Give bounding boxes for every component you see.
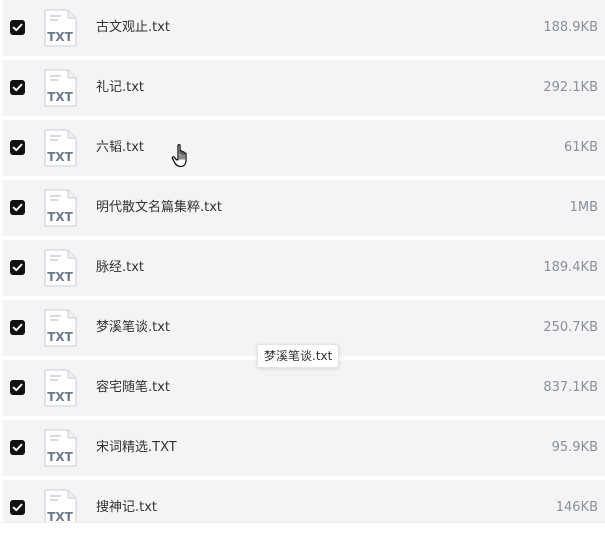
filename-tooltip: 梦溪笔谈.txt xyxy=(257,344,340,368)
txt-file-icon: TXT xyxy=(43,129,77,167)
file-name[interactable]: 容宅随笔.txt xyxy=(96,379,170,397)
file-type-label: TXT xyxy=(47,510,73,522)
checkbox-checked-icon[interactable] xyxy=(10,320,25,335)
file-row[interactable]: TXT 六韬.txt 61KB xyxy=(3,120,605,176)
file-size: 292.1KB xyxy=(543,80,598,95)
file-size: 1MB xyxy=(569,200,598,215)
file-size: 250.7KB xyxy=(543,320,598,335)
file-type-label: TXT xyxy=(47,450,73,464)
file-type-label: TXT xyxy=(47,150,73,164)
txt-file-icon: TXT xyxy=(43,489,77,522)
file-row[interactable]: TXT 古文观止.txt 188.9KB xyxy=(3,0,605,56)
file-type-label: TXT xyxy=(47,90,73,104)
txt-file-icon: TXT xyxy=(43,429,77,467)
file-name[interactable]: 脉经.txt xyxy=(96,259,144,277)
file-row[interactable]: TXT 搜神记.txt 146KB xyxy=(3,480,605,522)
bottom-bar xyxy=(0,522,605,533)
file-size: 188.9KB xyxy=(543,20,598,35)
file-name[interactable]: 明代散文名篇集粹.txt xyxy=(96,199,222,217)
file-row[interactable]: TXT 脉经.txt 189.4KB xyxy=(3,240,605,296)
file-name[interactable]: 六韬.txt xyxy=(96,139,144,157)
txt-file-icon: TXT xyxy=(43,69,77,107)
hand-pointer-icon xyxy=(171,143,193,169)
file-type-label: TXT xyxy=(47,270,73,284)
file-list: TXT 古文观止.txt 188.9KB TXT 礼记.txt 292.1KB xyxy=(0,0,605,522)
file-name[interactable]: 搜神记.txt xyxy=(96,499,157,517)
file-browser: TXT 古文观止.txt 188.9KB TXT 礼记.txt 292.1KB xyxy=(0,0,605,533)
file-name[interactable]: 梦溪笔谈.txt xyxy=(96,319,170,337)
checkbox-checked-icon[interactable] xyxy=(10,80,25,95)
file-type-label: TXT xyxy=(47,210,73,224)
file-row[interactable]: TXT 礼记.txt 292.1KB xyxy=(3,60,605,116)
file-type-label: TXT xyxy=(47,30,73,44)
file-size: 189.4KB xyxy=(543,260,598,275)
checkbox-checked-icon[interactable] xyxy=(10,380,25,395)
file-size: 95.9KB xyxy=(551,440,598,455)
file-size: 146KB xyxy=(555,500,598,515)
checkbox-checked-icon[interactable] xyxy=(10,260,25,275)
txt-file-icon: TXT xyxy=(43,9,77,47)
file-row[interactable]: TXT 宋词精选.TXT 95.9KB xyxy=(3,420,605,476)
file-size: 837.1KB xyxy=(543,380,598,395)
checkbox-checked-icon[interactable] xyxy=(10,200,25,215)
checkbox-checked-icon[interactable] xyxy=(10,140,25,155)
txt-file-icon: TXT xyxy=(43,189,77,227)
file-name[interactable]: 古文观止.txt xyxy=(96,19,170,37)
file-row[interactable]: TXT 容宅随笔.txt 837.1KB xyxy=(3,360,605,416)
file-row[interactable]: TXT 明代散文名篇集粹.txt 1MB xyxy=(3,180,605,236)
file-size: 61KB xyxy=(564,140,598,155)
file-type-label: TXT xyxy=(47,390,73,404)
txt-file-icon: TXT xyxy=(43,309,77,347)
checkbox-checked-icon[interactable] xyxy=(10,500,25,515)
checkbox-checked-icon[interactable] xyxy=(10,20,25,35)
txt-file-icon: TXT xyxy=(43,249,77,287)
checkbox-checked-icon[interactable] xyxy=(10,440,25,455)
file-name[interactable]: 礼记.txt xyxy=(96,79,144,97)
file-name[interactable]: 宋词精选.TXT xyxy=(96,439,177,457)
file-type-label: TXT xyxy=(47,330,73,344)
txt-file-icon: TXT xyxy=(43,369,77,407)
